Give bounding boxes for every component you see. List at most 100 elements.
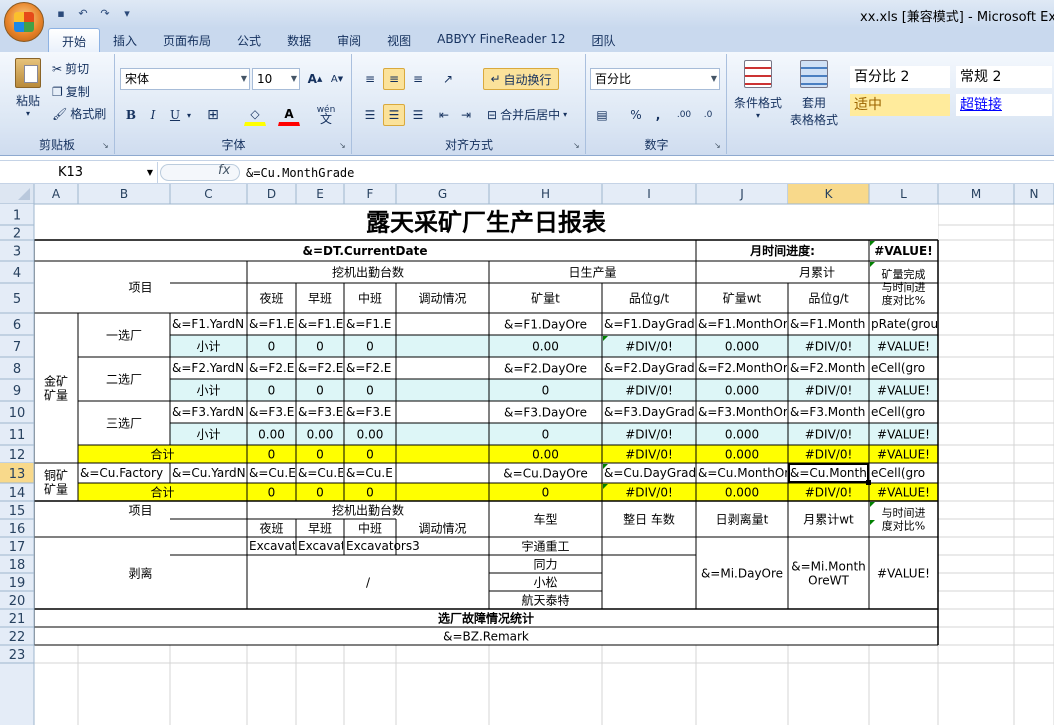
number-format-select[interactable]: 百分比 ▼ bbox=[590, 68, 720, 90]
column-header-E[interactable]: E bbox=[316, 187, 324, 201]
row-header-20[interactable]: 20 bbox=[9, 594, 26, 609]
font-color-icon[interactable]: A bbox=[278, 104, 300, 126]
window-title: xx.xls [兼容模式] - Microsoft Excel bbox=[860, 10, 1054, 25]
column-header-J[interactable]: J bbox=[739, 187, 744, 201]
row-header-19[interactable]: 19 bbox=[9, 576, 26, 591]
row-header-8[interactable]: 8 bbox=[13, 362, 21, 377]
conditional-format-button[interactable]: 条件格式 ▾ bbox=[730, 60, 786, 120]
dialog-launcher-icon[interactable]: ↘ bbox=[339, 141, 349, 151]
row-header-15[interactable]: 15 bbox=[9, 504, 26, 519]
undo-icon[interactable]: ↶ bbox=[74, 5, 92, 21]
italic-button[interactable]: I bbox=[142, 104, 164, 126]
row-header-11[interactable]: 11 bbox=[9, 428, 26, 443]
font-name-select[interactable]: 宋体 ▼ bbox=[120, 68, 250, 90]
tab-data[interactable]: 数据 bbox=[274, 28, 324, 52]
column-header-H[interactable]: H bbox=[541, 187, 550, 201]
shrink-font-button[interactable]: A ▼ bbox=[326, 68, 348, 90]
row-header-6[interactable]: 6 bbox=[13, 318, 21, 333]
row-header-4[interactable]: 4 bbox=[13, 266, 21, 281]
column-header-B[interactable]: B bbox=[120, 187, 128, 201]
paste-button[interactable]: 粘贴 ▾ bbox=[8, 58, 48, 118]
align-middle-icon[interactable]: ≡ bbox=[383, 68, 405, 90]
tab-abbyy[interactable]: ABBYY FineReader 12 bbox=[424, 28, 578, 52]
align-top-icon[interactable]: ≡ bbox=[359, 68, 381, 90]
underline-dropdown-icon[interactable]: ▾ bbox=[184, 104, 194, 126]
accounting-format-icon[interactable]: ▤ bbox=[591, 104, 613, 126]
column-header-L[interactable]: L bbox=[900, 187, 907, 201]
bold-button[interactable]: B bbox=[120, 104, 142, 126]
increase-decimal-button[interactable]: .00 bbox=[673, 104, 695, 126]
row-header-17[interactable]: 17 bbox=[9, 540, 26, 555]
column-header-I[interactable]: I bbox=[647, 187, 651, 201]
save-icon[interactable]: ▪ bbox=[52, 5, 70, 21]
copy-button[interactable]: ❐ 复制 bbox=[52, 83, 90, 100]
row-header-22[interactable]: 22 bbox=[9, 630, 26, 645]
dialog-launcher-icon[interactable]: ↘ bbox=[102, 141, 112, 151]
underline-button[interactable]: U bbox=[164, 104, 186, 126]
align-right-icon[interactable]: ☰ bbox=[407, 104, 429, 126]
row-header-7[interactable]: 7 bbox=[13, 340, 21, 355]
decrease-decimal-button[interactable]: .0 bbox=[697, 104, 719, 126]
row-header-2[interactable]: 2 bbox=[13, 227, 21, 242]
tab-review[interactable]: 审阅 bbox=[324, 28, 374, 52]
office-button[interactable] bbox=[4, 2, 44, 42]
borders-icon[interactable]: ⊞ bbox=[202, 104, 224, 126]
row-header-18[interactable]: 18 bbox=[9, 558, 26, 573]
row-header-16[interactable]: 16 bbox=[9, 522, 26, 537]
redo-icon[interactable]: ↷ bbox=[96, 5, 114, 21]
style-neutral[interactable]: 适中 bbox=[850, 94, 950, 116]
comma-style-button[interactable]: , bbox=[647, 104, 669, 126]
fill-handle[interactable] bbox=[866, 480, 871, 485]
increase-indent-icon[interactable]: ⇥ bbox=[455, 104, 477, 126]
style-hyperlink[interactable]: 超链接 bbox=[956, 94, 1052, 116]
style-percent-2[interactable]: 百分比 2 bbox=[850, 66, 950, 88]
row-header-14[interactable]: 14 bbox=[9, 486, 26, 501]
cut-button[interactable]: ✂ 剪切 bbox=[52, 60, 89, 77]
customize-qat-icon[interactable]: ▾ bbox=[118, 5, 136, 21]
column-header-G[interactable]: G bbox=[438, 187, 447, 201]
column-header-C[interactable]: C bbox=[204, 187, 212, 201]
dialog-launcher-icon[interactable]: ↘ bbox=[714, 141, 724, 151]
row-header-23[interactable]: 23 bbox=[9, 648, 26, 663]
column-header-N[interactable]: N bbox=[1030, 187, 1039, 201]
tab-page-layout[interactable]: 页面布局 bbox=[150, 28, 224, 52]
style-normal-2[interactable]: 常规 2 bbox=[956, 66, 1052, 88]
format-as-table-button[interactable]: 套用 表格格式 bbox=[784, 60, 844, 128]
name-box[interactable]: K13 ▼ bbox=[0, 162, 158, 183]
fill-color-icon[interactable]: ◇ bbox=[244, 104, 266, 126]
column-header-K[interactable]: K bbox=[825, 187, 834, 201]
merge-center-button[interactable]: ⊟ 合并后居中 ▾ bbox=[487, 106, 567, 123]
row-header-21[interactable]: 21 bbox=[9, 612, 26, 627]
tab-formulas[interactable]: 公式 bbox=[224, 28, 274, 52]
row-header-5[interactable]: 5 bbox=[13, 292, 21, 307]
insert-function-icon[interactable]: fx bbox=[218, 163, 230, 178]
row-header-3[interactable]: 3 bbox=[13, 245, 21, 260]
column-header-F[interactable]: F bbox=[367, 187, 374, 201]
row-header-1[interactable]: 1 bbox=[13, 209, 21, 224]
row-header-10[interactable]: 10 bbox=[9, 406, 26, 421]
align-left-icon[interactable]: ☰ bbox=[359, 104, 381, 126]
row-header-9[interactable]: 9 bbox=[13, 384, 21, 399]
column-header-M[interactable]: M bbox=[971, 187, 981, 201]
decrease-indent-icon[interactable]: ⇤ bbox=[433, 104, 455, 126]
grow-font-button[interactable]: A ▲ bbox=[304, 68, 326, 90]
column-header-A[interactable]: A bbox=[52, 187, 61, 201]
tab-home[interactable]: 开始 bbox=[48, 28, 101, 52]
column-header-D[interactable]: D bbox=[267, 187, 276, 201]
wrap-text-button[interactable]: ↵ 自动换行 bbox=[483, 68, 559, 90]
font-size-select[interactable]: 10 ▼ bbox=[252, 68, 300, 90]
formula-input[interactable]: &=Cu.MonthGrade bbox=[246, 163, 354, 183]
percent-style-button[interactable]: % bbox=[625, 104, 647, 126]
tab-view[interactable]: 视图 bbox=[374, 28, 424, 52]
dialog-launcher-icon[interactable]: ↘ bbox=[573, 141, 583, 151]
phonetic-guide-button[interactable]: wén 文 bbox=[312, 104, 340, 126]
spreadsheet-grid[interactable]: 露天采矿厂生产日报表 &=DT.CurrentDate 月时间进度: #VALUE! 项… bbox=[0, 184, 1054, 725]
align-bottom-icon[interactable]: ≡ bbox=[407, 68, 429, 90]
align-center-icon[interactable]: ☰ bbox=[383, 104, 405, 126]
row-header-12[interactable]: 12 bbox=[9, 448, 26, 463]
tab-team[interactable]: 团队 bbox=[579, 28, 629, 52]
format-painter-button[interactable]: 🖌 格式刷 bbox=[52, 105, 106, 122]
tab-insert[interactable]: 插入 bbox=[100, 28, 150, 52]
row-header-13[interactable]: 13 bbox=[9, 467, 26, 482]
orientation-icon[interactable]: ↗ bbox=[437, 68, 459, 90]
